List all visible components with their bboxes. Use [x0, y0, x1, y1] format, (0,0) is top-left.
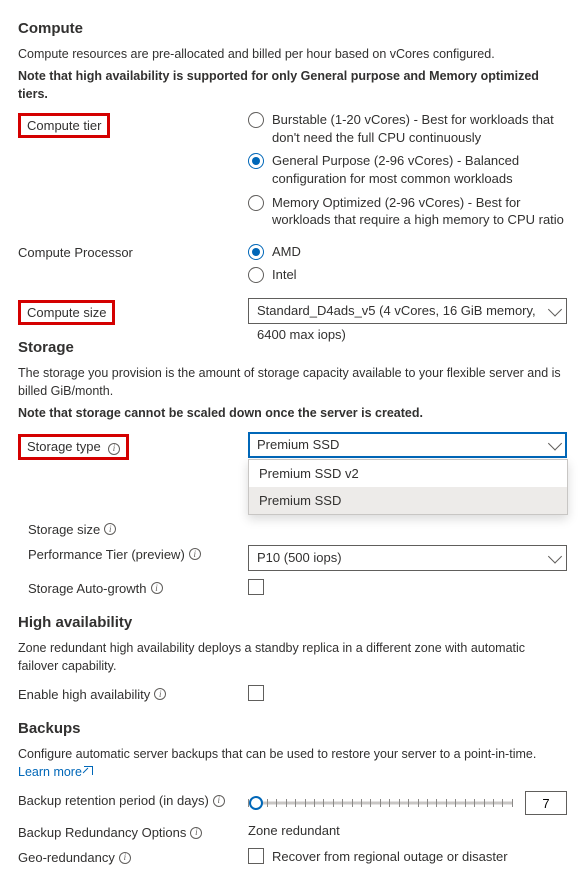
info-icon[interactable] — [213, 795, 225, 807]
compute-processor-intel[interactable]: Intel — [248, 266, 567, 284]
radio-label: AMD — [272, 243, 301, 261]
backup-retention-input[interactable] — [525, 791, 567, 815]
backup-redundancy-value: Zone redundant — [248, 823, 340, 838]
ha-desc: Zone redundant high availability deploys… — [18, 639, 567, 675]
backup-retention-label: Backup retention period (in days) — [18, 793, 209, 808]
compute-desc-line2: Note that high availability is supported… — [18, 67, 567, 103]
performance-tier-value: P10 (500 iops) — [257, 550, 342, 565]
info-icon[interactable] — [151, 582, 163, 594]
storage-desc-line2: Note that storage cannot be scaled down … — [18, 404, 567, 422]
chevron-down-icon — [548, 549, 562, 563]
backup-retention-slider[interactable] — [248, 795, 513, 811]
storage-type-value: Premium SSD — [257, 437, 339, 452]
performance-tier-select[interactable]: P10 (500 iops) — [248, 545, 567, 571]
compute-processor-amd[interactable]: AMD — [248, 243, 567, 261]
info-icon[interactable] — [190, 827, 202, 839]
compute-tier-label: Compute tier — [18, 113, 110, 138]
compute-size-value: Standard_D4ads_v5 (4 vCores, 16 GiB memo… — [257, 303, 536, 342]
storage-desc-line1: The storage you provision is the amount … — [18, 364, 567, 400]
slider-thumb[interactable] — [249, 796, 263, 810]
storage-type-option[interactable]: Premium SSD v2 — [249, 460, 567, 487]
geo-redundancy-label: Geo-redundancy — [18, 850, 115, 865]
compute-tier-burstable[interactable]: Burstable (1-20 vCores) - Best for workl… — [248, 111, 567, 146]
radio-icon — [248, 195, 264, 211]
compute-tier-group: Burstable (1-20 vCores) - Best for workl… — [248, 111, 567, 234]
ha-enable-label: Enable high availability — [18, 687, 150, 702]
ha-enable-checkbox[interactable] — [248, 685, 264, 701]
compute-processor-label: Compute Processor — [18, 243, 248, 260]
storage-type-option[interactable]: Premium SSD — [249, 487, 567, 514]
info-icon[interactable] — [189, 548, 201, 560]
backup-redundancy-label: Backup Redundancy Options — [18, 825, 186, 840]
radio-icon — [248, 244, 264, 260]
compute-tier-general[interactable]: General Purpose (2-96 vCores) - Balanced… — [248, 152, 567, 187]
radio-icon — [248, 112, 264, 128]
compute-tier-memory[interactable]: Memory Optimized (2-96 vCores) - Best fo… — [248, 194, 567, 229]
radio-icon — [248, 267, 264, 283]
geo-redundancy-option-label: Recover from regional outage or disaster — [272, 849, 508, 864]
radio-label: Memory Optimized (2-96 vCores) - Best fo… — [272, 194, 567, 229]
info-icon[interactable] — [104, 523, 116, 535]
chevron-down-icon — [548, 302, 562, 316]
storage-size-label: Storage size — [28, 522, 100, 537]
storage-autogrowth-checkbox[interactable] — [248, 579, 264, 595]
compute-size-label: Compute size — [18, 300, 115, 325]
compute-heading: Compute — [18, 20, 567, 37]
compute-desc-line1: Compute resources are pre-allocated and … — [18, 45, 567, 63]
external-link-icon — [84, 766, 93, 775]
compute-size-select[interactable]: Standard_D4ads_v5 (4 vCores, 16 GiB memo… — [248, 298, 567, 324]
storage-autogrowth-label: Storage Auto-growth — [28, 581, 147, 596]
performance-tier-label: Performance Tier (preview) — [28, 547, 185, 562]
backups-learn-more-link[interactable]: Learn more — [18, 765, 93, 779]
storage-type-select[interactable]: Premium SSD — [248, 432, 567, 458]
ha-heading: High availability — [18, 614, 567, 631]
storage-type-label-wrap: Storage type — [18, 434, 129, 460]
info-icon[interactable] — [119, 852, 131, 864]
storage-type-dropdown: Premium SSD v2 Premium SSD — [248, 459, 568, 515]
storage-type-label: Storage type — [27, 439, 101, 454]
slider-track — [248, 802, 513, 805]
radio-label: General Purpose (2-96 vCores) - Balanced… — [272, 152, 567, 187]
chevron-down-icon — [548, 437, 562, 451]
backups-desc: Configure automatic server backups that … — [18, 745, 567, 781]
geo-redundancy-checkbox[interactable] — [248, 848, 264, 864]
compute-processor-group: AMD Intel — [248, 243, 567, 290]
info-icon[interactable] — [108, 443, 120, 455]
info-icon[interactable] — [154, 688, 166, 700]
backups-heading: Backups — [18, 720, 567, 737]
radio-label: Intel — [272, 266, 297, 284]
radio-label: Burstable (1-20 vCores) - Best for workl… — [272, 111, 567, 146]
radio-icon — [248, 153, 264, 169]
